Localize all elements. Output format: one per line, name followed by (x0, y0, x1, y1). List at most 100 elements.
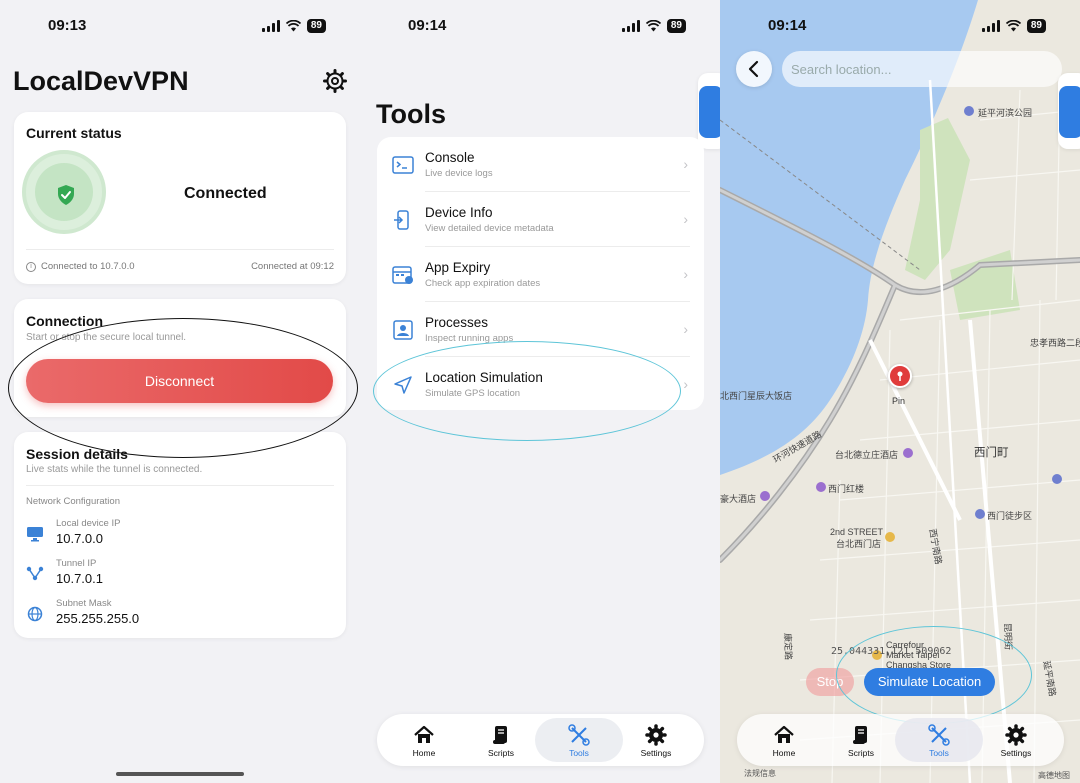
chevron-right-icon: › (683, 376, 688, 392)
status-time: 09:14 (408, 17, 447, 34)
connected-to: i Connected to 10.7.0.0 (26, 261, 135, 272)
simulate-location-button[interactable]: Simulate Location (864, 668, 995, 696)
local-ip-row: Local device IP 10.7.0.0 (26, 518, 326, 550)
shield-check-icon (58, 185, 74, 205)
chevron-left-icon (748, 60, 759, 78)
wrench-screwdriver-icon (568, 724, 590, 746)
map-label: 西门红楼 (828, 484, 865, 494)
gear-icon (1005, 724, 1027, 746)
map-label: 西门町 (974, 447, 1009, 459)
connection-card-title: Connection (26, 313, 103, 329)
tunnel-ip-label: Tunnel IP (56, 558, 97, 569)
status-bar: 09:14 89 (360, 16, 720, 38)
globe-icon (27, 606, 43, 622)
cellular-signal-icon (981, 20, 1000, 32)
network-config-label: Network Configuration (26, 496, 120, 507)
search-input[interactable]: Search location... (782, 51, 1062, 87)
map-label: 西门徒步区 (987, 511, 1033, 521)
tool-item-processes[interactable]: Processes Inspect running apps › (377, 302, 704, 357)
tab-label: Home (772, 748, 796, 758)
terminal-icon (392, 156, 414, 174)
subnet-label: Subnet Mask (56, 598, 112, 609)
chevron-right-icon: › (683, 156, 688, 172)
subnet-row: Subnet Mask 255.255.255.0 (26, 598, 326, 630)
chevron-right-icon: › (683, 321, 688, 337)
connection-card-subtitle: Start or stop the secure local tunnel. (26, 332, 187, 343)
wifi-icon (645, 20, 661, 32)
tab-tools[interactable]: Tools (895, 714, 983, 766)
house-icon (774, 725, 794, 743)
session-card-title: Session details (26, 446, 128, 462)
info-icon: i (26, 261, 36, 272)
tab-label: Settings (1000, 748, 1032, 758)
local-ip-value: 10.7.0.0 (56, 531, 103, 546)
tool-item-location-simulation[interactable]: Location Simulation Simulate GPS locatio… (377, 357, 704, 412)
gear-icon[interactable] (323, 69, 347, 93)
tool-desc: Inspect running apps (425, 333, 514, 344)
monitor-icon (27, 527, 43, 542)
tools-screen: 09:14 89 Tools Console Live device logs … (360, 0, 720, 783)
cellular-signal-icon (621, 20, 640, 32)
back-button[interactable] (736, 51, 772, 87)
device-info-icon (394, 210, 409, 230)
stop-button[interactable]: Stop (806, 668, 854, 696)
gear-icon (645, 724, 667, 746)
wifi-icon (1005, 20, 1021, 32)
status-card-title: Current status (26, 125, 122, 141)
local-ip-label: Local device IP (56, 518, 121, 529)
tab-label: Home (412, 748, 436, 758)
status-time: 09:14 (768, 17, 807, 34)
coordinate-readout: 25.044331,121.509062 (831, 646, 952, 657)
tab-home[interactable]: Home (745, 714, 823, 766)
tab-label: Scripts (848, 748, 874, 758)
tab-bar: Home Scripts Tools Settings (377, 714, 704, 766)
network-icon (26, 566, 44, 581)
cellular-signal-icon (261, 20, 280, 32)
tunnel-ip-row: Tunnel IP 10.7.0.1 (26, 558, 326, 590)
tool-item-console[interactable]: Console Live device logs › (377, 137, 704, 192)
session-card-subtitle: Live stats while the tunnel is connected… (26, 464, 203, 475)
tab-label: Tools (569, 748, 589, 758)
status-card: Current status Connected i Connected to … (14, 112, 346, 284)
map-label: 豪大酒店 (720, 494, 757, 504)
map-attribution: 高德地图 (1038, 771, 1070, 780)
status-bar: 09:14 89 (720, 16, 1080, 38)
tool-desc: View detailed device metadata (425, 223, 554, 234)
tab-settings[interactable]: Settings (617, 714, 695, 766)
tool-desc: Check app expiration dates (425, 278, 541, 289)
map-label: 北西门星辰大饭店 (720, 391, 793, 401)
location-arrow-icon (394, 376, 412, 394)
tab-label: Settings (640, 748, 672, 758)
connection-state: Connected (184, 185, 267, 202)
map-pin-icon[interactable] (888, 364, 912, 388)
app-title: LocalDevVPN (13, 66, 189, 96)
disconnect-button[interactable]: Disconnect (26, 359, 333, 403)
tab-settings[interactable]: Settings (977, 714, 1055, 766)
tool-desc: Simulate GPS location (425, 388, 521, 399)
home-screen: 09:13 89 LocalDevVPN Current status Conn… (0, 0, 360, 783)
tab-scripts[interactable]: Scripts (822, 714, 900, 766)
map-legal-link[interactable]: 法规信息 (744, 768, 776, 779)
tab-home[interactable]: Home (385, 714, 463, 766)
tool-name: Location Simulation (425, 370, 543, 385)
tool-name: App Expiry (425, 260, 491, 275)
floating-side-button[interactable] (1058, 73, 1080, 149)
page-title: Tools (376, 99, 446, 129)
tunnel-ip-value: 10.7.0.1 (56, 571, 103, 586)
map-label: 台北德立庄酒店 (835, 450, 899, 460)
tool-item-device-info[interactable]: Device Info View detailed device metadat… (377, 192, 704, 247)
tab-tools[interactable]: Tools (535, 714, 623, 766)
scroll-icon (493, 726, 507, 744)
battery-icon: 89 (306, 19, 326, 33)
tool-name: Processes (425, 315, 489, 330)
map-label: 康定路 (782, 632, 794, 661)
tab-scripts[interactable]: Scripts (462, 714, 540, 766)
session-card: Session details Live stats while the tun… (14, 432, 346, 638)
connected-at: Connected at 09:12 (251, 261, 334, 272)
tool-name: Device Info (425, 205, 493, 220)
chevron-right-icon: › (683, 211, 688, 227)
map-label: 台北西门店 (836, 539, 882, 549)
home-indicator[interactable] (116, 772, 244, 776)
tool-item-app-expiry[interactable]: App Expiry Check app expiration dates › (377, 247, 704, 302)
tab-label: Scripts (488, 748, 514, 758)
